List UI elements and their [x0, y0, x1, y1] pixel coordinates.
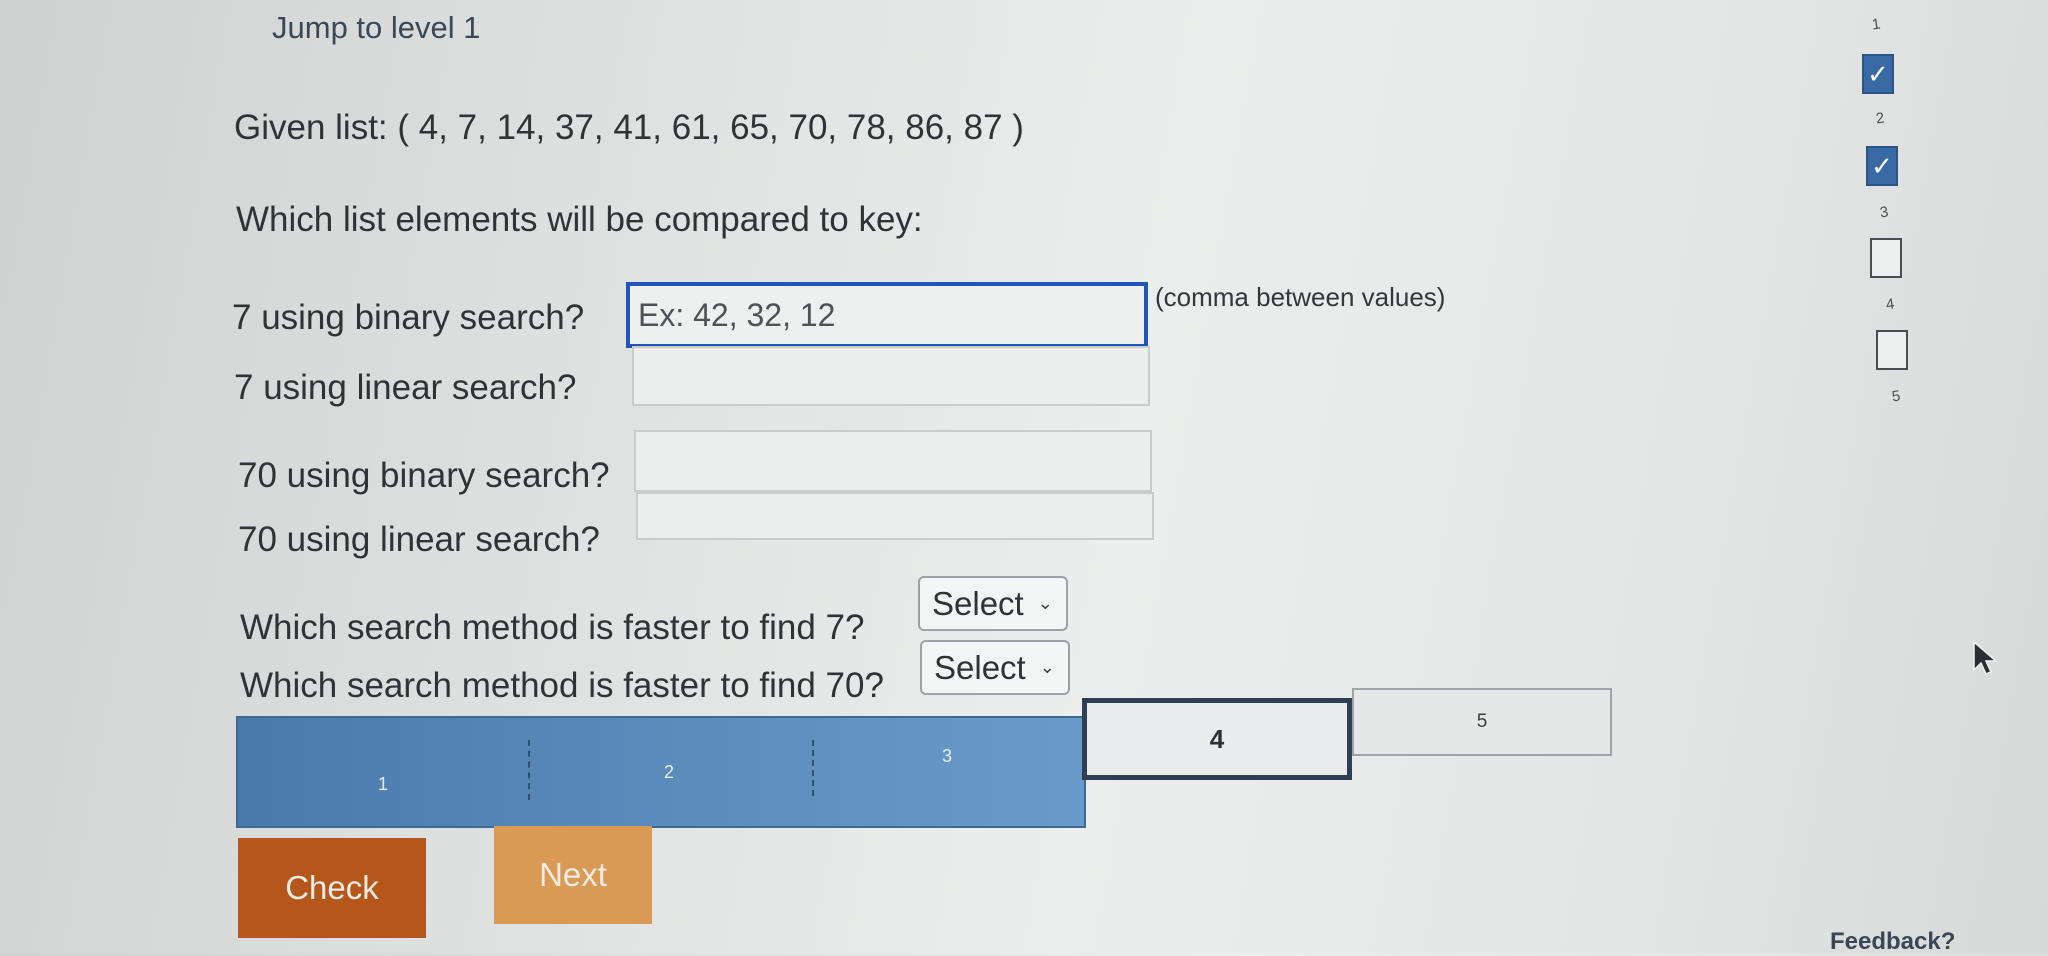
select-value: Select	[934, 648, 1026, 686]
chevron-down-icon: ⌄	[1037, 593, 1053, 613]
faster-method-select-7[interactable]: Select ⌄	[918, 576, 1068, 631]
progress-bar-completed: 1 2 3	[236, 716, 1086, 828]
check-icon: ✓	[1867, 58, 1889, 89]
answer-input-70-linear[interactable]	[636, 492, 1154, 540]
faster-method-select-70[interactable]: Select ⌄	[920, 640, 1070, 695]
level-1-checkbox[interactable]: ✓	[1862, 54, 1894, 94]
level-number-1: 1	[1870, 15, 1882, 34]
segment-divider	[528, 740, 530, 800]
level-number-3: 3	[1878, 203, 1890, 222]
feedback-link[interactable]: Feedback?	[1830, 928, 1955, 956]
check-button[interactable]: Check	[238, 838, 426, 938]
mouse-pointer-icon	[1973, 640, 1999, 675]
answer-input-7-linear[interactable]	[632, 346, 1150, 406]
level-number-2: 2	[1874, 109, 1886, 128]
question-label-70-binary: 70 using binary search?	[238, 456, 610, 495]
select-question-7: Which search method is faster to find 7?	[240, 608, 865, 647]
chevron-down-icon: ⌄	[1039, 657, 1055, 677]
select-question-70: Which search method is faster to find 70…	[240, 666, 884, 705]
progress-segment-5[interactable]: 5	[1352, 688, 1612, 756]
jump-to-level-link[interactable]: Jump to level 1	[272, 10, 481, 46]
question-prompt: Which list elements will be compared to …	[236, 200, 923, 239]
question-label-70-linear: 70 using linear search?	[238, 520, 600, 559]
next-button[interactable]: Next	[494, 826, 652, 924]
answer-input-7-binary[interactable]	[626, 282, 1148, 348]
progress-segment-4-current[interactable]: 4	[1082, 698, 1352, 780]
progress-segment-3[interactable]: 3	[942, 746, 952, 767]
question-label-7-linear: 7 using linear search?	[234, 368, 577, 407]
check-icon: ✓	[1871, 150, 1893, 181]
progress-segment-1[interactable]: 1	[378, 774, 388, 795]
select-value: Select	[932, 584, 1024, 622]
question-label-7-binary: 7 using binary search?	[232, 298, 585, 337]
level-number-5: 5	[1890, 387, 1902, 406]
level-2-checkbox[interactable]: ✓	[1866, 146, 1898, 186]
level-number-4: 4	[1884, 295, 1896, 314]
answer-input-70-binary[interactable]	[634, 430, 1152, 492]
given-list: Given list: ( 4, 7, 14, 37, 41, 61, 65, …	[234, 108, 1024, 147]
segment-divider	[812, 740, 814, 796]
level-4-checkbox[interactable]	[1876, 330, 1908, 370]
progress-segment-2[interactable]: 2	[664, 762, 674, 783]
level-3-checkbox[interactable]	[1870, 238, 1902, 278]
input-hint: (comma between values)	[1155, 282, 1446, 312]
